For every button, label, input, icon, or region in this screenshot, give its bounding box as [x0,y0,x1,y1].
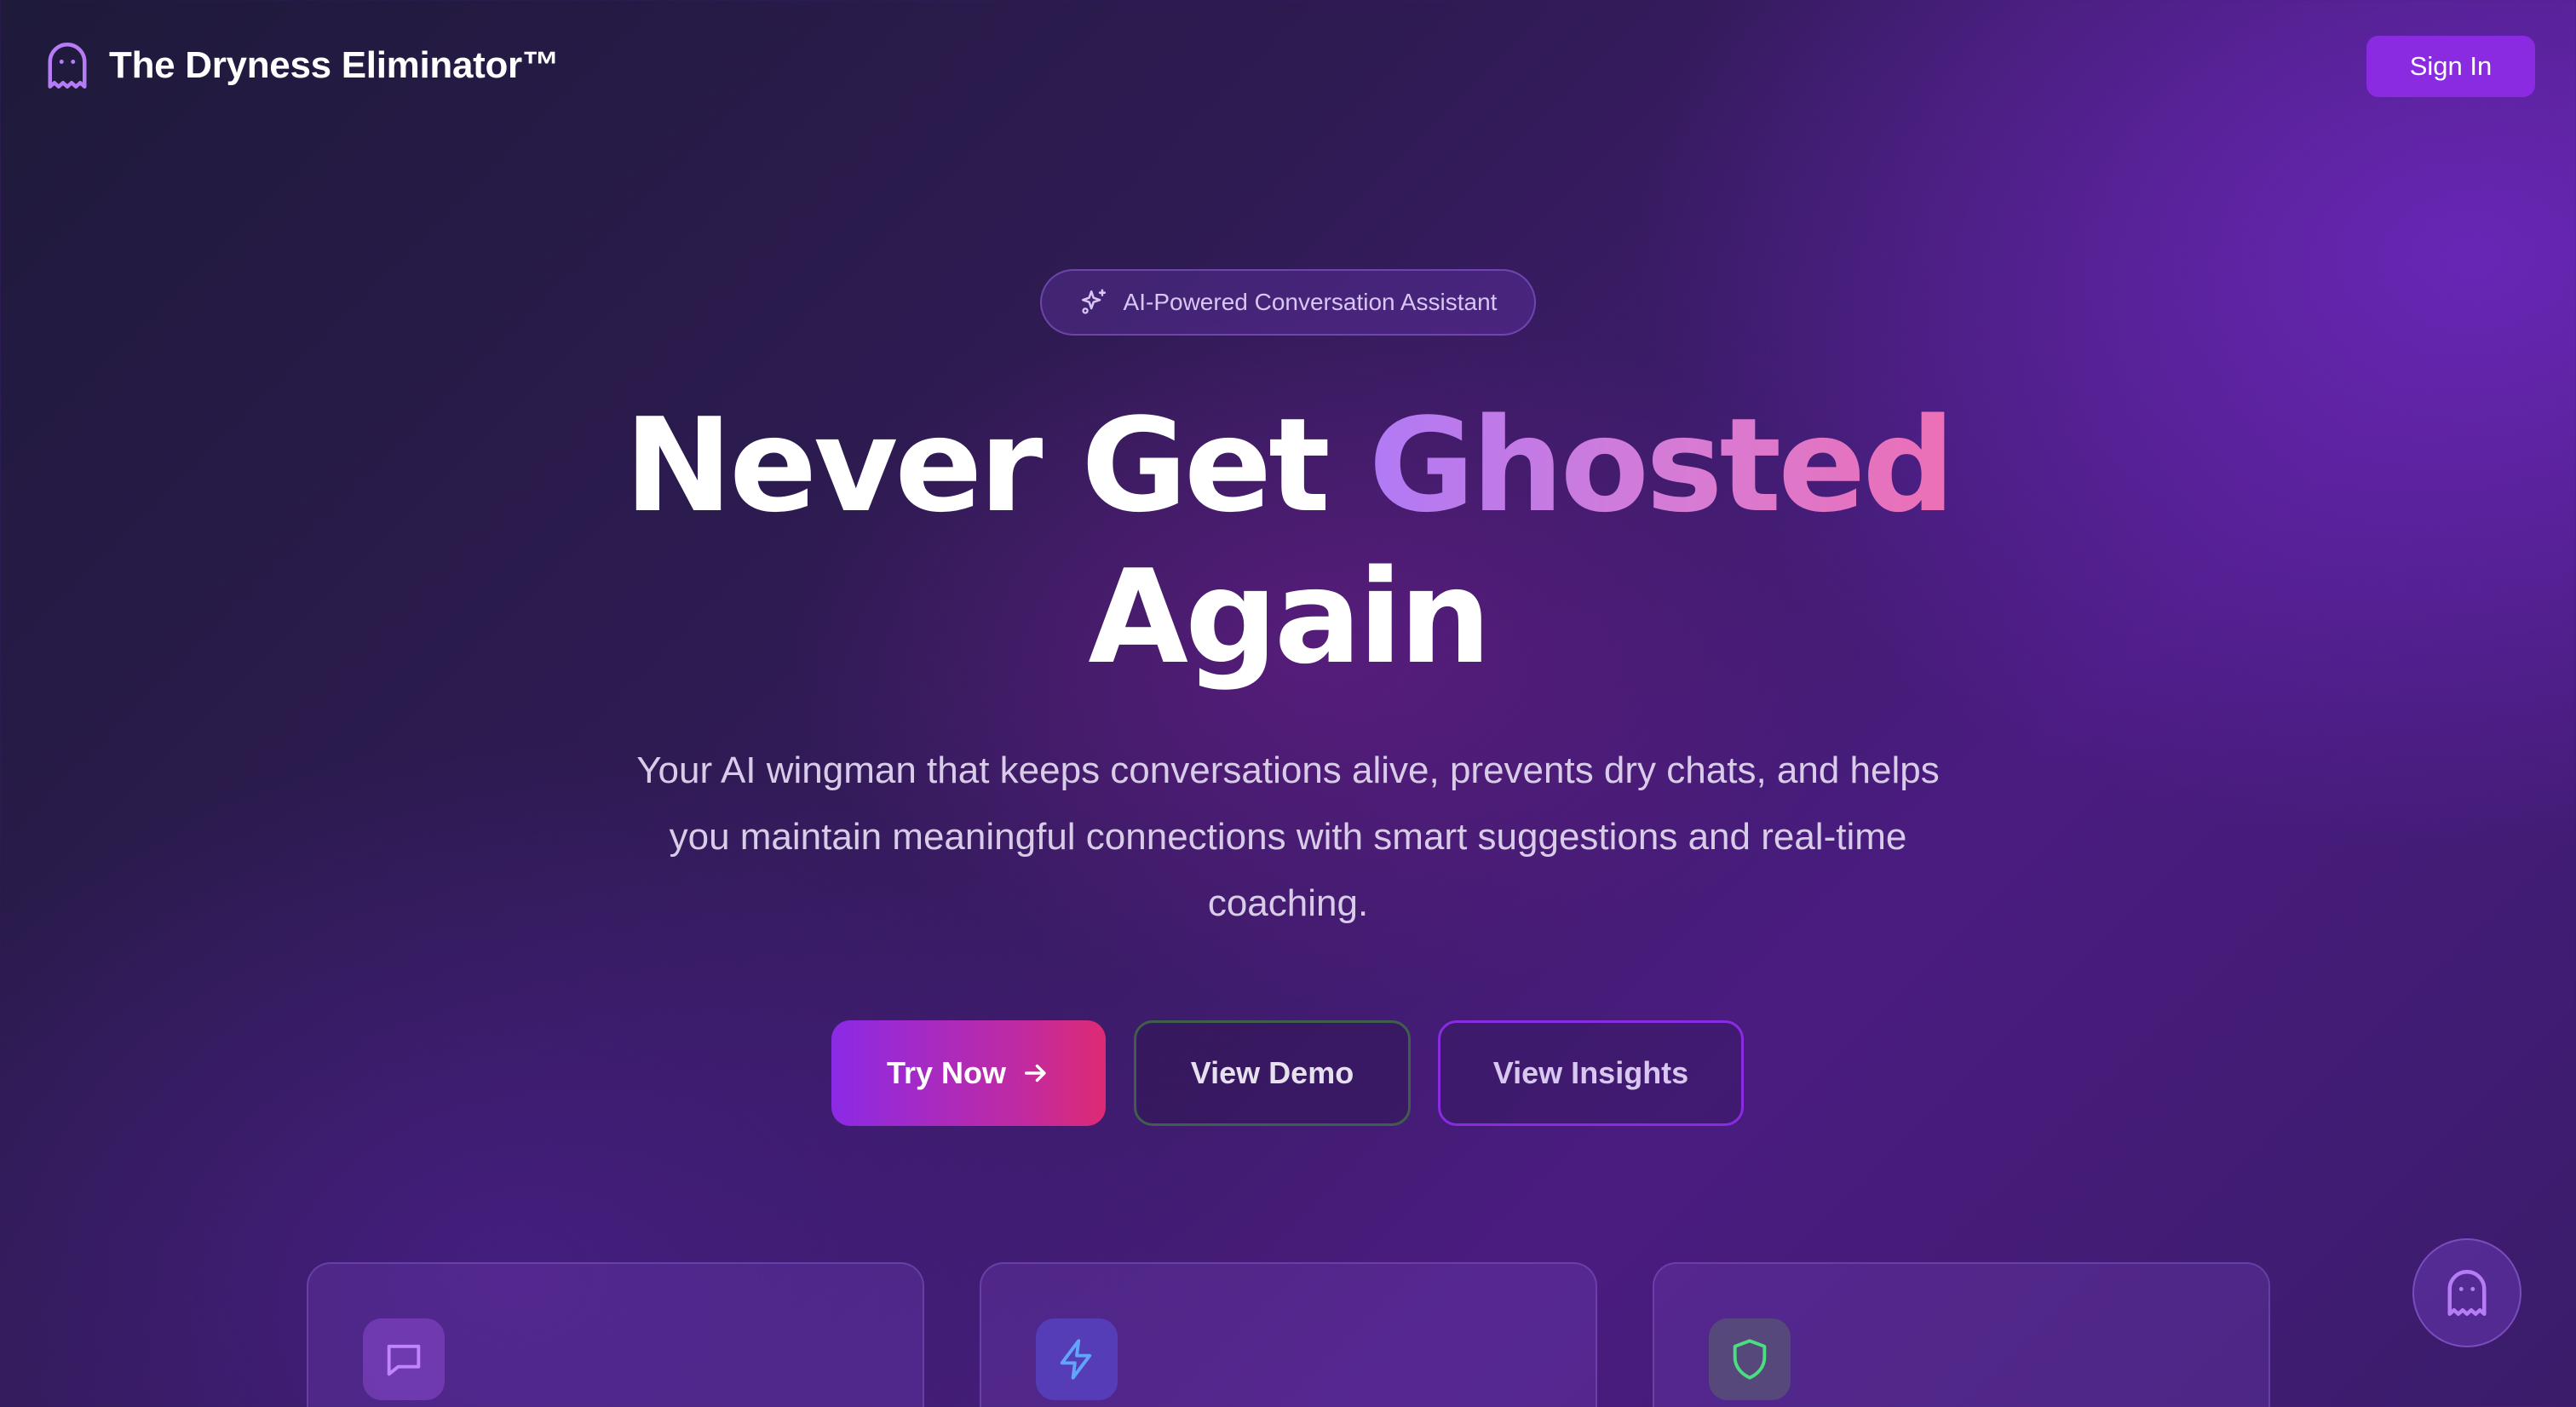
view-demo-button[interactable]: View Demo [1134,1020,1411,1126]
feature-card-chat [307,1262,924,1407]
ai-badge: AI-Powered Conversation Assistant [1040,269,1536,336]
sign-in-button[interactable]: Sign In [2366,36,2535,97]
headline-part-1: Never Get [624,390,1369,541]
headline-part-2: Again [1088,542,1491,692]
site-header: The Dryness Eliminator™ Sign In [0,0,2576,136]
brand-title: The Dryness Eliminator™ [109,44,560,86]
ghost-icon [2447,1270,2487,1316]
sparkles-icon [1081,289,1106,314]
ghost-icon [48,43,87,89]
floating-ghost-button[interactable] [2412,1238,2521,1347]
feature-card-security [1653,1262,2270,1407]
headline-accent: Ghosted [1368,390,1955,541]
badge-text: AI-Powered Conversation Assistant [1123,289,1498,315]
feature-card-speed [980,1262,1597,1407]
feature-icon-wrap [1036,1318,1118,1400]
hero-headline: Never Get Ghosted Again [0,390,2576,693]
shield-icon [1733,1339,1767,1380]
hero-subtitle: Your AI wingman that keeps conversations… [636,749,1940,924]
feature-icon-wrap [1709,1318,1791,1400]
brand-logo[interactable]: The Dryness Eliminator™ [44,37,560,94]
arrow-right-icon [1024,1064,1046,1083]
zap-icon [1060,1339,1092,1380]
view-insights-button[interactable]: View Insights [1438,1020,1744,1126]
feature-icon-wrap [363,1318,445,1400]
try-now-button[interactable]: Try Now [831,1020,1106,1126]
message-square-icon [387,1344,421,1376]
try-now-label: Try Now [886,1055,1007,1090]
